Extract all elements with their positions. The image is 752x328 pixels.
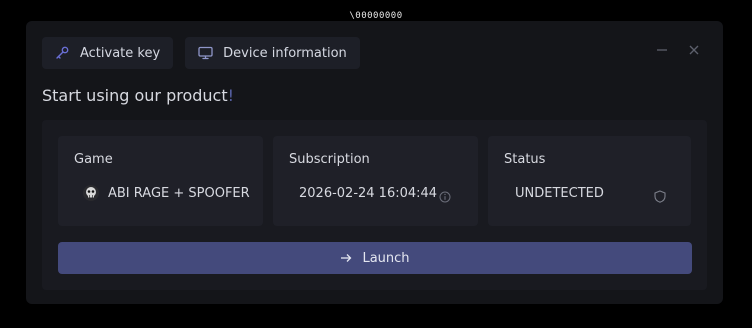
tab-device-information-label: Device information [223,45,347,61]
game-value: ABI RAGE + SPOOFER [108,186,250,201]
game-label: Game [74,152,113,167]
monitor-icon [197,45,213,61]
key-icon [54,45,70,61]
status-card: Status UNDETECTED [488,136,691,226]
minimize-icon[interactable] [655,43,669,57]
info-icon[interactable] [439,188,451,203]
arrow-right-icon [340,253,352,263]
game-card: Game ABI RAGE + SPOOFER [58,136,263,226]
status-label: Status [504,152,546,167]
launcher-window: Activate key Device information Start us… [26,21,723,304]
tab-bar: Activate key Device information [42,37,360,69]
launch-button[interactable]: Launch [58,242,692,274]
window-controls [655,43,701,57]
product-panel: Game ABI RAGE + SPOOFER Subscription 202… [42,120,707,290]
subscription-card: Subscription 2026-02-24 16:04:44 [273,136,478,226]
launch-label: Launch [362,250,410,266]
tab-device-information[interactable]: Device information [185,37,360,69]
tab-activate-key[interactable]: Activate key [42,37,174,69]
page-title: Start using our product! [42,86,234,105]
shield-icon [654,188,666,203]
tab-activate-key-label: Activate key [80,45,161,61]
game-logo-icon [82,184,100,202]
subscription-value: 2026-02-24 16:04:44 [299,186,438,201]
subscription-label: Subscription [289,152,370,167]
page-title-accent: ! [227,86,235,105]
status-badge: UNDETECTED [515,186,604,201]
close-icon[interactable] [687,43,701,57]
top-caption: \00000000 [349,11,403,21]
page-title-text: Start using our product [42,86,228,105]
